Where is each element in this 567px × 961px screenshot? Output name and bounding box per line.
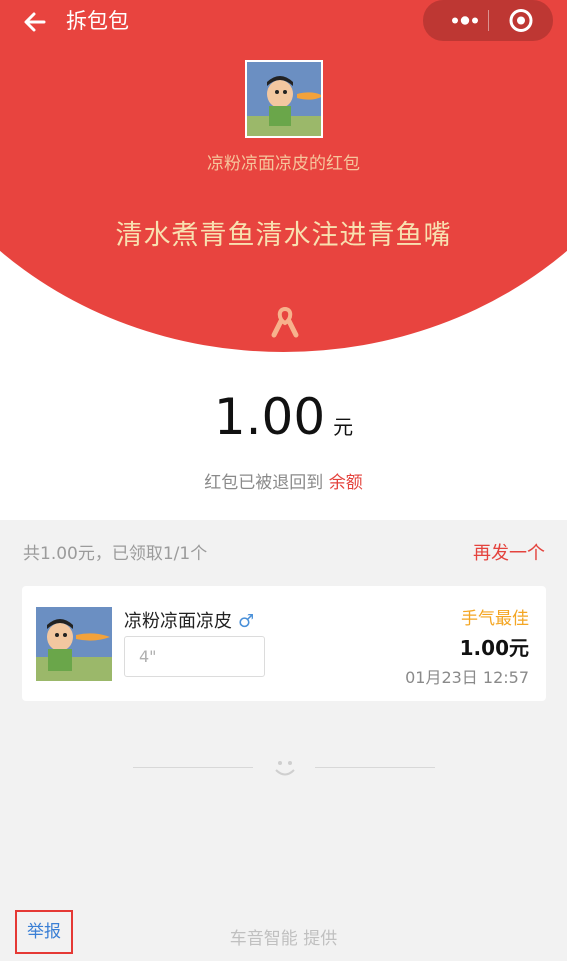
- packet-header: 拆包包 凉粉凉面凉皮的红包 清水煮青鱼清水注进青鱼嘴 1.00 元 红包已被退回…: [0, 0, 567, 520]
- red-curve-bg: [0, 0, 567, 352]
- amount-value: 1.00: [213, 388, 326, 446]
- left-divider: [133, 767, 253, 768]
- sender-avatar[interactable]: [245, 60, 323, 138]
- miniprogram-capsule: [423, 0, 553, 41]
- right-divider: [315, 767, 435, 768]
- refund-notice: 红包已被退回到 余额: [0, 468, 567, 493]
- claim-summary: 共1.00元，已领取1/1个: [23, 544, 208, 564]
- nav-bar: 拆包包: [0, 0, 567, 44]
- page-title: 拆包包: [66, 9, 129, 33]
- back-arrow-icon[interactable]: [20, 7, 50, 37]
- male-icon: ♂: [238, 611, 255, 632]
- sender-label: 凉粉凉面凉皮的红包: [207, 154, 360, 174]
- recipient-amount: 1.00元: [459, 636, 529, 660]
- recipient-card: 凉粉凉面凉皮 ♂ 4" 手气最佳 1.00元 01月23日 12:57: [22, 586, 546, 701]
- balance-link[interactable]: 余额: [329, 473, 363, 493]
- packet-wish: 清水煮青鱼清水注进青鱼嘴: [115, 220, 452, 251]
- capsule-separator: [488, 10, 489, 31]
- amount-unit: 元: [333, 415, 354, 439]
- best-luck-badge: 手气最佳: [461, 609, 529, 629]
- resend-button[interactable]: 再发一个: [473, 539, 545, 565]
- recipient-name: 凉粉凉面凉皮 ♂: [124, 607, 254, 633]
- claim-time: 01月23日 12:57: [405, 668, 529, 687]
- cartoon-avatar-image: [36, 607, 112, 681]
- more-dots-icon[interactable]: [437, 5, 491, 36]
- cartoon-avatar-image: [247, 62, 321, 136]
- amount-block: 1.00 元: [0, 388, 567, 446]
- recipient-name-text: 凉粉凉面凉皮: [124, 611, 232, 632]
- voice-message[interactable]: 4": [124, 636, 265, 677]
- ribbon-icon: [271, 306, 299, 338]
- red-packet-detail-page: 拆包包 凉粉凉面凉皮的红包 清水煮青鱼清水注进青鱼嘴 1.00 元 红包已被退回…: [0, 0, 567, 961]
- provider-label: 车音智能 提供: [229, 929, 338, 949]
- refund-text: 红包已被退回到: [204, 473, 324, 493]
- recipient-avatar[interactable]: [36, 607, 112, 681]
- close-target-icon[interactable]: [501, 5, 541, 36]
- smile-icon: [275, 761, 295, 776]
